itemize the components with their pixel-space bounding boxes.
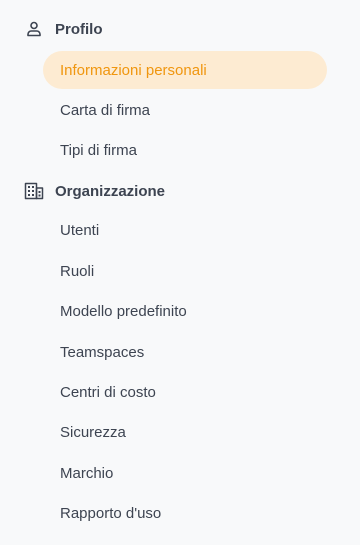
sidebar-item-marchio[interactable]: Marchio — [43, 454, 327, 492]
section-header-profilo: Profilo — [24, 17, 103, 41]
sidebar-item-label: Modello predefinito — [60, 302, 187, 320]
sidebar-item-ruoli[interactable]: Ruoli — [43, 252, 327, 290]
sidebar-item-teamspaces[interactable]: Teamspaces — [43, 333, 327, 371]
sidebar-item-label: Ruoli — [60, 262, 95, 280]
building-icon — [24, 181, 44, 201]
sidebar-item-label: Carta di firma — [60, 101, 151, 119]
section-title-profilo: Profilo — [55, 20, 103, 38]
section-title-organizzazione: Organizzazione — [55, 182, 166, 200]
sidebar-item-rapporto-d-uso[interactable]: Rapporto d'uso — [43, 494, 327, 532]
section-header-organizzazione: Organizzazione — [24, 179, 165, 203]
sidebar-item-modello-predefinito[interactable]: Modello predefinito — [43, 292, 327, 330]
sidebar-item-utenti[interactable]: Utenti — [43, 211, 327, 249]
sidebar-item-sicurezza[interactable]: Sicurezza — [43, 413, 327, 451]
sidebar-item-carta-di-firma[interactable]: Carta di firma — [43, 91, 327, 129]
user-icon — [24, 19, 44, 39]
sidebar-item-label: Centri di costo — [60, 383, 156, 401]
sidebar-item-label: Tipi di firma — [60, 141, 137, 159]
sidebar-item-label: Teamspaces — [60, 343, 145, 361]
sidebar-item-centri-di-costo[interactable]: Centri di costo — [43, 373, 327, 411]
settings-sidebar: Profilo Informazioni personali Carta di … — [0, 0, 360, 545]
sidebar-item-tipi-di-firma[interactable]: Tipi di firma — [43, 131, 327, 169]
sidebar-item-label: Informazioni personali — [60, 61, 207, 79]
sidebar-item-label: Utenti — [60, 221, 100, 239]
sidebar-item-label: Marchio — [60, 464, 114, 482]
sidebar-item-informazioni-personali[interactable]: Informazioni personali — [43, 51, 327, 89]
sidebar-item-label: Sicurezza — [60, 423, 126, 441]
sidebar-item-label: Rapporto d'uso — [60, 504, 162, 522]
